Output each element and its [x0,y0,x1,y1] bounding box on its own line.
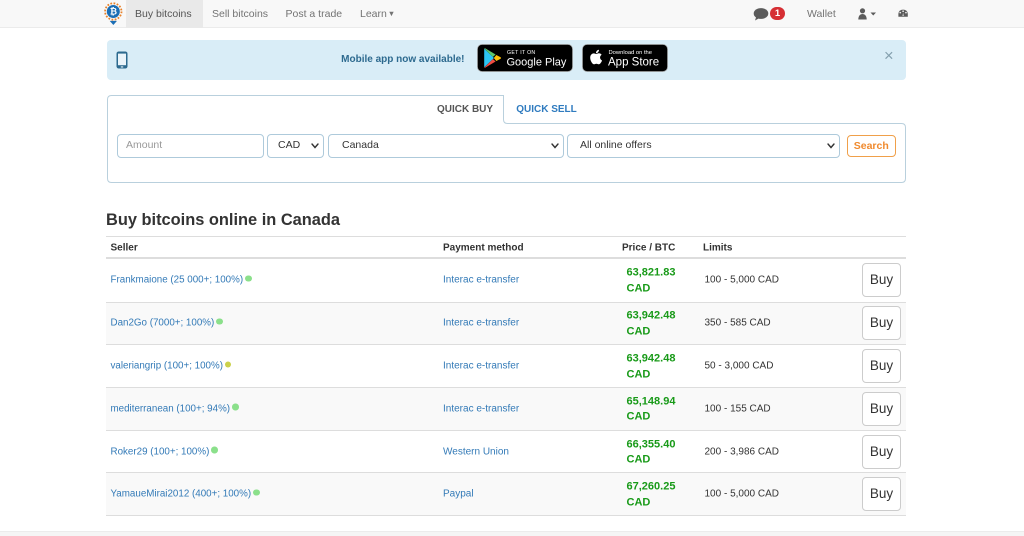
svg-text:GET IT ON: GET IT ON [507,50,535,56]
svg-text:₿: ₿ [110,6,117,16]
svg-text:Google Play: Google Play [507,57,567,69]
svg-text:Download on the: Download on the [608,50,652,56]
svg-text:App Store: App Store [608,57,659,69]
